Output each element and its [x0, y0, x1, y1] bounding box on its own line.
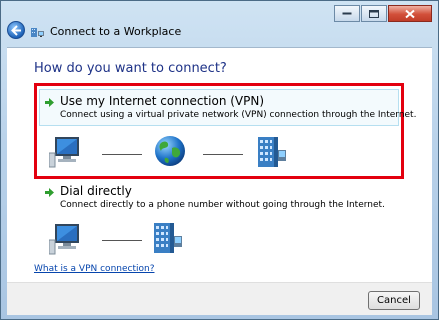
- vpn-help-link[interactable]: What is a VPN connection?: [34, 264, 154, 274]
- option-vpn-description: Connect using a virtual private network …: [60, 110, 417, 120]
- close-icon: [405, 9, 415, 18]
- computer-icon: [49, 137, 79, 168]
- option-vpn-title[interactable]: Use my Internet connection (VPN): [60, 94, 264, 108]
- maximize-button[interactable]: [361, 5, 387, 22]
- connection-line: [102, 240, 142, 241]
- minimize-icon: [342, 12, 352, 14]
- workplace-server-icon: [258, 137, 286, 167]
- maximize-icon: [369, 9, 379, 18]
- workplace-server-icon: [154, 223, 182, 253]
- workplace-network-icon: [31, 28, 44, 37]
- wizard-content: How do you want to connect? Use my Inter…: [7, 47, 432, 283]
- back-arrow-icon: [11, 25, 21, 36]
- globe-icon: [155, 136, 185, 166]
- cancel-button[interactable]: Cancel: [368, 291, 420, 310]
- connection-line: [102, 154, 142, 155]
- option-dial-title[interactable]: Dial directly: [60, 184, 132, 198]
- page-heading: How do you want to connect?: [34, 61, 227, 76]
- computer-icon: [49, 224, 79, 255]
- window-title: Connect to a Workplace: [50, 25, 182, 38]
- option-dial-description: Connect directly to a phone number witho…: [60, 200, 385, 210]
- wizard-footer: Cancel: [7, 282, 432, 315]
- close-button[interactable]: [388, 5, 432, 22]
- connection-line: [203, 154, 243, 155]
- window-controls: [334, 5, 432, 22]
- green-arrow-icon: [45, 98, 54, 107]
- minimize-button[interactable]: [334, 5, 360, 22]
- title-bar: Connect to a Workplace: [1, 1, 438, 47]
- connect-to-workplace-window: Connect to a Workplace How do you want t…: [0, 0, 439, 320]
- green-arrow-icon: [45, 188, 54, 197]
- back-button[interactable]: [7, 21, 25, 39]
